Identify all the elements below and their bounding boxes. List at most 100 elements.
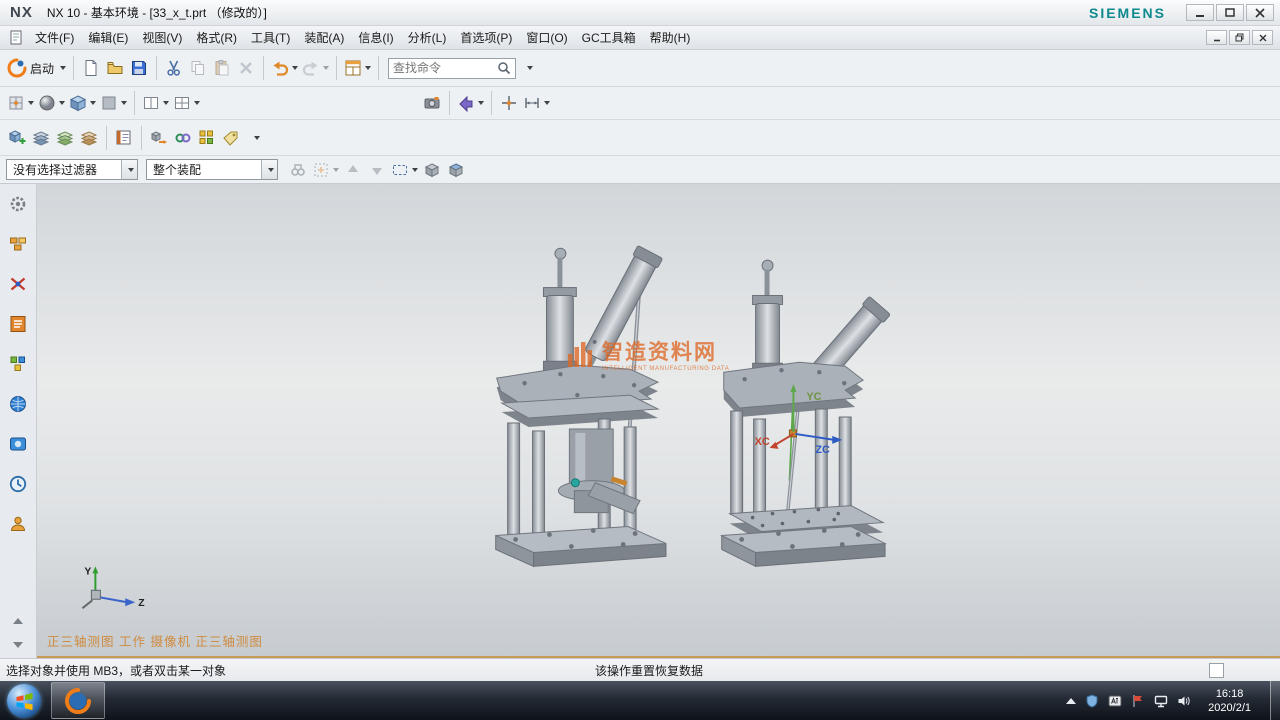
- layer-settings-button[interactable]: [29, 125, 53, 151]
- tray-security-icon[interactable]: [1085, 694, 1099, 708]
- annotation-button[interactable]: [219, 125, 243, 151]
- render-style-button[interactable]: [36, 90, 67, 116]
- child-close-button[interactable]: [1252, 30, 1273, 45]
- dimension-button[interactable]: [521, 90, 552, 116]
- highlight-face-button[interactable]: [444, 157, 468, 183]
- tray-flag-icon[interactable]: [1131, 694, 1145, 708]
- layer-visible-button[interactable]: [53, 125, 77, 151]
- selection-filter-combo[interactable]: 没有选择过滤器: [6, 159, 138, 180]
- window-layout-button[interactable]: [342, 55, 373, 81]
- view-orient-button[interactable]: [5, 90, 36, 116]
- background-button[interactable]: [98, 90, 129, 116]
- selection-scope-combo[interactable]: 整个装配: [146, 159, 278, 180]
- status-page-icon[interactable]: [1209, 663, 1224, 678]
- reuse-library-button[interactable]: [5, 351, 31, 377]
- menu-gc-toolbox[interactable]: GC工具箱: [575, 27, 643, 49]
- tray-network-icon[interactable]: [1154, 694, 1168, 708]
- marquee-select-button[interactable]: [389, 157, 420, 183]
- hd3d-tools-button[interactable]: [5, 431, 31, 457]
- layer-category-button[interactable]: [77, 125, 101, 151]
- process-studio-button[interactable]: [5, 511, 31, 537]
- delete-button[interactable]: [234, 55, 258, 81]
- child-minimize-button[interactable]: [1206, 30, 1227, 45]
- menu-view[interactable]: 视图(V): [135, 27, 189, 49]
- arrow-up-icon: [346, 163, 360, 177]
- child-restore-button[interactable]: [1229, 30, 1250, 45]
- assemblies-more-dropdown[interactable]: [243, 125, 267, 151]
- menu-format[interactable]: 格式(R): [189, 27, 244, 49]
- menu-preferences[interactable]: 首选项(P): [453, 27, 519, 49]
- find-in-navigator-button[interactable]: [286, 157, 310, 183]
- show-desktop-button[interactable]: [1270, 681, 1280, 720]
- constraint-navigator-button[interactable]: [5, 271, 31, 297]
- tray-hidden-icons-button[interactable]: [1066, 698, 1076, 704]
- snap-point-button[interactable]: [497, 90, 521, 116]
- combo-arrow[interactable]: [121, 160, 137, 179]
- visual-effects-button[interactable]: [420, 90, 444, 116]
- undo-button[interactable]: [269, 55, 300, 81]
- model-right-assembly[interactable]: [722, 260, 891, 566]
- cut-button[interactable]: [162, 55, 186, 81]
- open-file-button[interactable]: [103, 55, 127, 81]
- internet-explorer-button[interactable]: [5, 391, 31, 417]
- redo-button[interactable]: [300, 55, 331, 81]
- layout-window-button[interactable]: [171, 90, 202, 116]
- taskbar-clock[interactable]: 16:18 2020/2/1: [1208, 687, 1251, 715]
- menu-assemblies[interactable]: 装配(A): [297, 27, 351, 49]
- tray-volume-icon[interactable]: [1177, 694, 1191, 708]
- menu-window[interactable]: 窗口(O): [519, 27, 574, 49]
- chevron-down-icon: [121, 101, 127, 105]
- menu-help[interactable]: 帮助(H): [643, 27, 698, 49]
- combo-arrow[interactable]: [261, 160, 277, 179]
- model-canvas[interactable]: YC XC ZC Y Z: [37, 184, 1280, 656]
- move-component-button[interactable]: [147, 125, 171, 151]
- crosshair-icon: [500, 94, 518, 112]
- title-bar: NX NX 10 - 基本环境 - [33_x_t.prt （修改的）] SIE…: [0, 0, 1280, 26]
- view-orient-icon: [7, 94, 25, 112]
- model-left-assembly[interactable]: [496, 245, 666, 566]
- menu-file[interactable]: 文件(F): [28, 27, 81, 49]
- assembly-navigator-button[interactable]: [5, 231, 31, 257]
- assembly-constraints-button[interactable]: [171, 125, 195, 151]
- add-component-button[interactable]: [5, 125, 29, 151]
- start-menu-button[interactable]: 启动: [5, 55, 68, 81]
- gear-icon: [8, 194, 28, 214]
- report-button[interactable]: [112, 125, 136, 151]
- select-previous-button[interactable]: [341, 157, 365, 183]
- show-hide-button[interactable]: [455, 90, 486, 116]
- menu-information[interactable]: 信息(I): [351, 27, 400, 49]
- roles-gear-button[interactable]: [5, 191, 31, 217]
- tray-ime-icon[interactable]: [1108, 694, 1122, 708]
- find-command-dropdown[interactable]: [516, 55, 540, 81]
- window-maximize-button[interactable]: [1216, 4, 1244, 21]
- taskbar-nx-button[interactable]: [51, 682, 105, 719]
- paste-button[interactable]: [210, 55, 234, 81]
- select-next-button[interactable]: [365, 157, 389, 183]
- view-cube-icon: [69, 94, 87, 112]
- nx-window: NX NX 10 - 基本环境 - [33_x_t.prt （修改的）] SIE…: [0, 0, 1280, 720]
- select-within-button[interactable]: [310, 157, 341, 183]
- highlight-shaded-button[interactable]: [420, 157, 444, 183]
- new-file-button[interactable]: [79, 55, 103, 81]
- graphics-viewport[interactable]: YC XC ZC Y Z: [37, 184, 1280, 658]
- resource-scroll-up-button[interactable]: [5, 614, 31, 628]
- open-folder-icon: [106, 59, 124, 77]
- resource-scroll-down-button[interactable]: [5, 638, 31, 652]
- save-button[interactable]: [127, 55, 151, 81]
- split-window-button[interactable]: [140, 90, 171, 116]
- start-menu-label: 启动: [30, 60, 54, 77]
- window-close-button[interactable]: [1246, 4, 1274, 21]
- part-navigator-button[interactable]: [5, 311, 31, 337]
- view-cube-button[interactable]: [67, 90, 98, 116]
- find-command-input[interactable]: [393, 61, 497, 75]
- pattern-component-button[interactable]: [195, 125, 219, 151]
- right-vertical-cylinder[interactable]: [753, 260, 783, 372]
- menu-tools[interactable]: 工具(T): [244, 27, 297, 49]
- menu-edit[interactable]: 编辑(E): [81, 27, 135, 49]
- window-title: NX 10 - 基本环境 - [33_x_t.prt （修改的）]: [47, 4, 267, 21]
- start-button[interactable]: [7, 684, 41, 718]
- copy-button[interactable]: [186, 55, 210, 81]
- menu-analysis[interactable]: 分析(L): [401, 27, 454, 49]
- window-minimize-button[interactable]: [1186, 4, 1214, 21]
- history-button[interactable]: [5, 471, 31, 497]
